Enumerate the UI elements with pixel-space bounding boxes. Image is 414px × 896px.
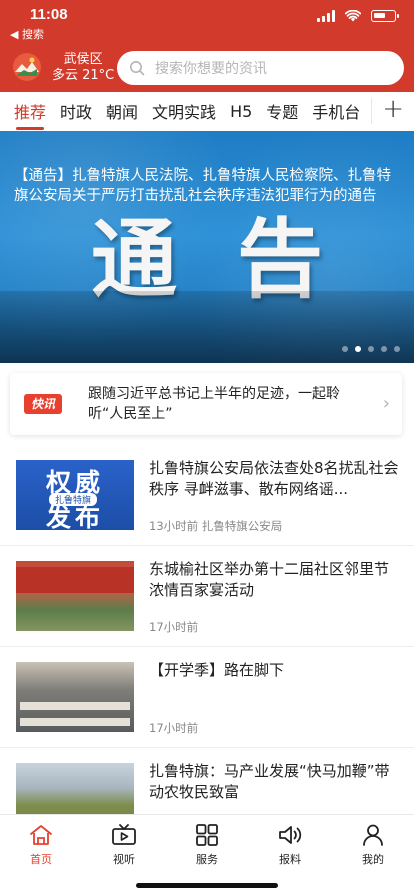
news-item[interactable]: 权威 扎鲁特旗 发布 扎鲁特旗公安局依法查处8名扰乱社会秩序 寻衅滋事、散布网络…	[0, 446, 414, 546]
nav-services[interactable]: 服务	[177, 823, 237, 867]
home-icon	[30, 825, 52, 845]
news-thumbnail	[16, 662, 134, 732]
news-meta: 17小时前	[149, 620, 199, 634]
tab-special-topics[interactable]: 专题	[266, 99, 298, 123]
location-weather[interactable]: 武侯区 多云 21°C	[52, 52, 114, 84]
nav-label: 报料	[279, 853, 301, 866]
speaker-icon	[279, 826, 302, 844]
thumbnail-text: 发布	[45, 503, 104, 530]
add-channel-plus-icon[interactable]: +	[382, 94, 404, 124]
news-meta: 17小时前	[149, 721, 199, 735]
chevron-right-icon: ›	[382, 393, 390, 414]
weather-label: 多云 21°C	[52, 68, 115, 83]
status-bar: 11:08 ◀ 搜索	[0, 0, 414, 42]
banner-caption[interactable]: 【通告】扎鲁特旗人民法院、扎鲁特旗人民检察院、扎鲁特旗公安局关于严厉打击扰乱社会…	[14, 166, 402, 206]
news-item[interactable]: 扎鲁特旗：马产业发展“快马加鞭”带动农牧民致富	[0, 749, 414, 833]
news-item[interactable]: 东城榆社区举办第十二届社区邻里节浓情百家宴活动 17小时前	[0, 547, 414, 647]
cellular-signal-icon	[317, 10, 335, 22]
thumbnail-banner-graphic	[16, 567, 134, 593]
tab-morning-news[interactable]: 朝闻	[106, 99, 138, 123]
top-header: 11:08 ◀ 搜索 武侯区 多云 21°C 搜索你想要的资讯	[0, 0, 414, 92]
tab-politics[interactable]: 时政	[60, 99, 92, 123]
carousel-dots	[342, 346, 400, 352]
wifi-icon	[345, 10, 361, 22]
flash-news-badge: 快讯	[24, 394, 62, 414]
banner-caption-overlay	[0, 291, 414, 363]
tab-divider	[371, 98, 372, 124]
search-input[interactable]: 搜索你想要的资讯	[117, 51, 404, 85]
flash-news-text: 跟随习近平总书记上半年的足迹，一起聆听“人民至上”	[88, 386, 340, 422]
nav-report[interactable]: 报料	[260, 823, 320, 867]
news-title: 扎鲁特旗：马产业发展“快马加鞭”带动农牧民致富	[149, 762, 390, 801]
grid-icon	[196, 824, 218, 846]
video-icon	[112, 824, 136, 845]
news-meta: 13小时前 扎鲁特旗公安局	[149, 519, 283, 533]
nav-label: 服务	[196, 853, 218, 866]
nav-home[interactable]: 首页	[11, 823, 71, 867]
carousel-dot[interactable]	[342, 346, 348, 352]
news-thumbnail	[16, 561, 134, 631]
tab-recommend[interactable]: 推荐	[14, 99, 46, 130]
news-thumbnail: 权威 扎鲁特旗 发布	[16, 460, 134, 530]
status-time: 11:08	[30, 6, 68, 23]
district-label: 武侯区	[63, 52, 103, 67]
carousel-dot[interactable]	[368, 346, 374, 352]
thumbnail-desk-graphic	[20, 702, 130, 710]
channel-tabs: 推荐 时政 朝闻 文明实践 H5 专题 手机台 +	[0, 92, 414, 130]
carousel-dot[interactable]	[381, 346, 387, 352]
tab-mobile-tv[interactable]: 手机台	[312, 99, 360, 123]
search-icon	[130, 61, 145, 76]
nav-video[interactable]: 视听	[94, 823, 154, 867]
news-title: 扎鲁特旗公安局依法查处8名扰乱社会秩序 寻衅滋事、散布网络谣...	[149, 459, 399, 498]
thumbnail-desk-graphic	[20, 718, 130, 726]
news-item[interactable]: 【开学季】路在脚下 17小时前	[0, 648, 414, 748]
search-placeholder: 搜索你想要的资讯	[155, 61, 267, 77]
carousel-dot-active[interactable]	[355, 346, 361, 352]
news-title: 东城榆社区举办第十二届社区邻里节浓情百家宴活动	[149, 560, 390, 599]
flash-news-card[interactable]: 快讯 跟随习近平总书记上半年的足迹，一起聆听“人民至上” ›	[10, 373, 402, 435]
nav-profile[interactable]: 我的	[343, 823, 403, 867]
tab-h5[interactable]: H5	[230, 102, 252, 121]
nav-label: 视听	[113, 853, 135, 866]
carousel-dot[interactable]	[394, 346, 400, 352]
back-to-search-link[interactable]: ◀ 搜索	[10, 26, 44, 42]
status-icons	[317, 10, 399, 22]
user-icon	[363, 824, 383, 846]
battery-icon	[371, 10, 399, 22]
nav-label: 首页	[30, 853, 52, 866]
tab-civilization-practice[interactable]: 文明实践	[152, 99, 216, 123]
home-indicator	[136, 883, 278, 888]
app-logo-icon	[13, 53, 41, 81]
nav-label: 我的	[362, 853, 384, 866]
news-title: 【开学季】路在脚下	[149, 661, 285, 679]
